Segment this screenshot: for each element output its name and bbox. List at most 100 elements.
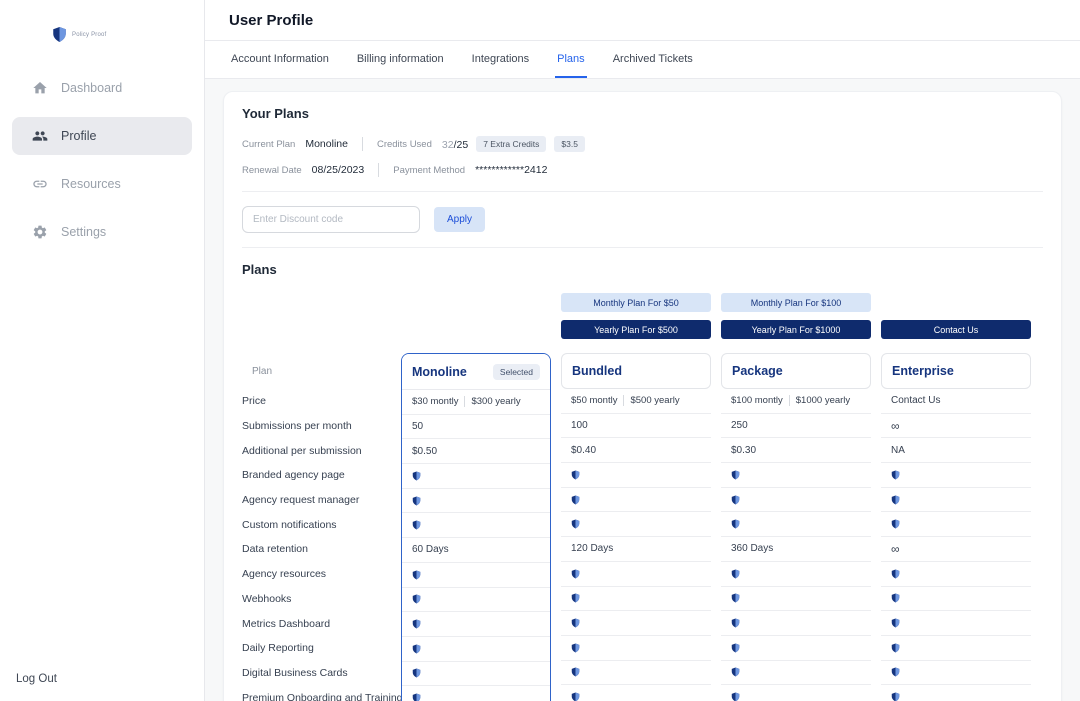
payment-method-value: ************2412	[475, 164, 547, 176]
check-shield-icon	[571, 519, 580, 529]
plan-feature-label: Submissions per month	[242, 414, 391, 439]
sidebar-item-label: Profile	[61, 129, 96, 143]
check-shield-icon	[571, 692, 580, 701]
sidebar-item-label: Resources	[61, 177, 121, 191]
users-icon	[32, 128, 48, 144]
plan-cell: $100 montly$1000 yearly	[721, 389, 871, 414]
check-shield-icon	[731, 519, 740, 529]
plan-cell	[561, 512, 711, 537]
plan-cta-button[interactable]: Yearly Plan For $1000	[721, 320, 871, 339]
plan-cta-button[interactable]: Monthly Plan For $50	[561, 293, 711, 312]
sidebar-item-settings[interactable]: Settings	[12, 213, 192, 251]
pricing-table: PlanPriceSubmissions per monthAdditional…	[242, 293, 1043, 701]
plan-cta-button[interactable]: Yearly Plan For $500	[561, 320, 711, 339]
check-shield-icon	[412, 570, 421, 580]
tab-plans[interactable]: Plans	[555, 41, 587, 78]
plan-cell: 100	[561, 414, 711, 439]
plan-cell: $0.50	[402, 439, 550, 464]
plan-column-package: Monthly Plan For $100 Yearly Plan For $10…	[721, 293, 871, 701]
sidebar-nav: Dashboard Profile Resources Settings	[0, 69, 204, 251]
payment-method-label: Payment Method	[393, 165, 465, 176]
plan-cell	[402, 686, 550, 701]
plan-column-bundled: Monthly Plan For $50 Yearly Plan For $500…	[561, 293, 711, 701]
plan-cell	[402, 563, 550, 588]
tab-billing-information[interactable]: Billing information	[355, 41, 446, 78]
plan-cell	[561, 463, 711, 488]
plan-cell	[881, 685, 1031, 701]
check-shield-icon	[891, 593, 900, 603]
current-plan-row: Current Plan Monoline Credits Used 32/25…	[242, 135, 1043, 153]
logout-button[interactable]: Log Out	[16, 673, 57, 685]
extra-credits-badge: 7 Extra Credits	[476, 136, 546, 152]
plan-cell	[721, 685, 871, 701]
credits-used-count: 32	[442, 139, 454, 151]
brand-shield-icon	[52, 26, 67, 43]
plan-cta-area	[401, 293, 551, 339]
check-shield-icon	[731, 667, 740, 677]
sidebar-item-resources[interactable]: Resources	[12, 165, 192, 203]
plan-feature-label: Webhooks	[242, 587, 391, 612]
check-shield-icon	[731, 593, 740, 603]
check-shield-icon	[731, 643, 740, 653]
credits-used-value: 32/25	[442, 135, 468, 153]
check-shield-icon	[571, 618, 580, 628]
plan-column-enterprise: Contact Us EnterpriseContact Us∞NA∞	[881, 293, 1031, 701]
vertical-divider	[378, 163, 379, 177]
plan-column-box: MonolineSelected$30 montly$300 yearly50$…	[401, 353, 551, 701]
plan-feature-label: Data retention	[242, 537, 391, 562]
section-divider	[242, 247, 1043, 248]
tab-bar: Account Information Billing information …	[205, 41, 1080, 79]
check-shield-icon	[731, 569, 740, 579]
tab-integrations[interactable]: Integrations	[470, 41, 531, 78]
selected-badge: Selected	[493, 364, 540, 380]
check-shield-icon	[571, 667, 580, 677]
plan-column-box: Package$100 montly$1000 yearly250$0.3036…	[721, 353, 871, 701]
plan-cell	[721, 488, 871, 513]
plan-cell	[561, 611, 711, 636]
check-shield-icon	[571, 593, 580, 603]
plan-cell	[561, 661, 711, 686]
plan-cell	[881, 587, 1031, 612]
plan-cell: $0.40	[561, 438, 711, 463]
plan-header: Bundled	[561, 353, 711, 389]
sidebar: Policy Proof Dashboard Profile Resources…	[0, 0, 205, 701]
plan-cell: $50 montly$500 yearly	[561, 389, 711, 414]
sidebar-item-dashboard[interactable]: Dashboard	[12, 69, 192, 107]
discount-code-input[interactable]	[242, 206, 420, 233]
check-shield-icon	[891, 569, 900, 579]
sidebar-item-profile[interactable]: Profile	[12, 117, 192, 155]
plan-feature-label: Custom notifications	[242, 512, 391, 537]
plan-cell	[402, 637, 550, 662]
plan-cta-button[interactable]: Contact Us	[881, 320, 1031, 339]
check-shield-icon	[412, 619, 421, 629]
link-icon	[32, 176, 48, 192]
plan-feature-label: Premium Onboarding and Training	[242, 685, 391, 701]
check-shield-icon	[571, 470, 580, 480]
cta-spacer	[242, 293, 391, 339]
apply-discount-button[interactable]: Apply	[434, 207, 485, 232]
plan-column-box: EnterpriseContact Us∞NA∞	[881, 353, 1031, 701]
check-shield-icon	[891, 643, 900, 653]
credits-used-label: Credits Used	[377, 139, 432, 150]
tab-archived-tickets[interactable]: Archived Tickets	[611, 41, 695, 78]
brand-name: Policy Proof	[72, 32, 106, 38]
check-shield-icon	[412, 496, 421, 506]
plan-feature-label: Additional per submission	[242, 438, 391, 463]
your-plans-title: Your Plans	[242, 106, 1043, 121]
plan-cell: $0.30	[721, 438, 871, 463]
plan-cell	[561, 488, 711, 513]
plan-cell	[721, 661, 871, 686]
check-shield-icon	[891, 519, 900, 529]
brand-logo: Policy Proof	[0, 0, 204, 43]
plan-column-box: Bundled$50 montly$500 yearly100$0.40120 …	[561, 353, 711, 701]
plan-name: Enterprise	[892, 364, 954, 378]
plan-cell	[402, 612, 550, 637]
plan-cell	[402, 588, 550, 613]
check-shield-icon	[571, 495, 580, 505]
plan-cell: 50	[402, 415, 550, 440]
plan-cell: 360 Days	[721, 537, 871, 562]
tab-account-information[interactable]: Account Information	[229, 41, 331, 78]
plan-cta-area: Monthly Plan For $100 Yearly Plan For $10…	[721, 293, 871, 339]
plan-cell	[561, 587, 711, 612]
plan-cta-button[interactable]: Monthly Plan For $100	[721, 293, 871, 312]
